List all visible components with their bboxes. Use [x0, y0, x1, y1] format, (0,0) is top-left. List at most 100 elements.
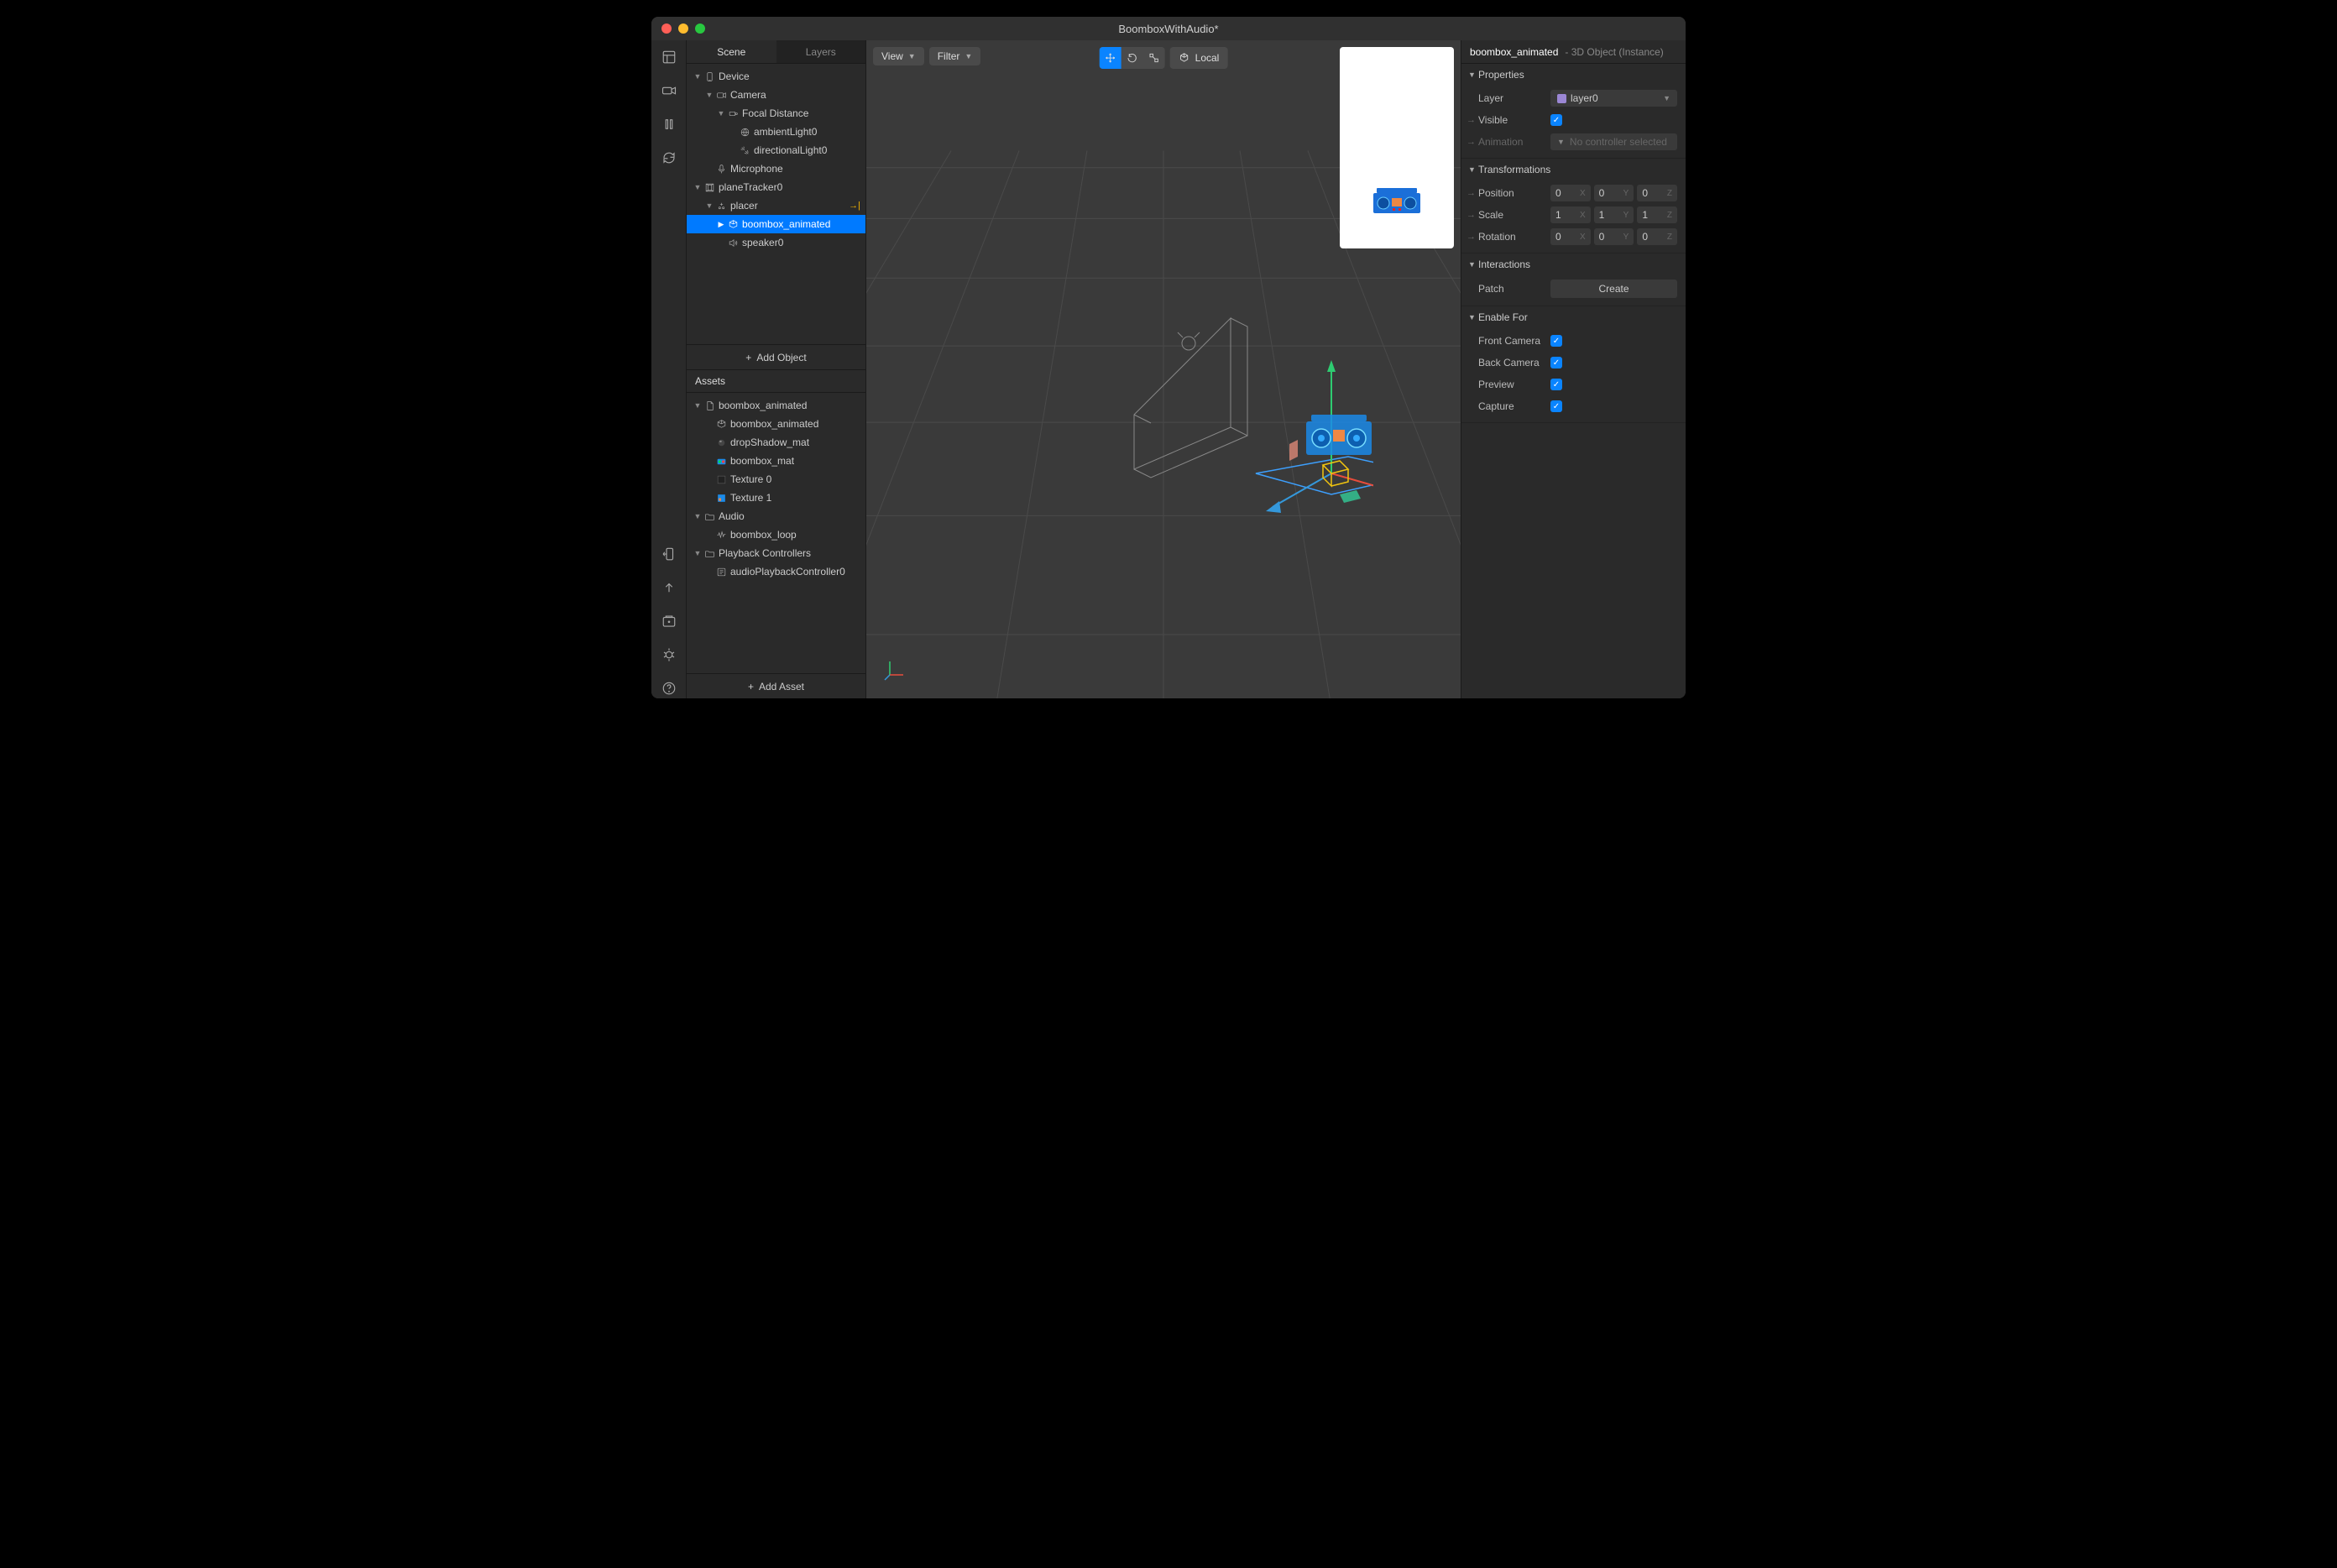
filter-dropdown[interactable]: Filter▼: [929, 47, 981, 65]
maximize-window-button[interactable]: [695, 24, 705, 34]
tree-item-boombox_animated[interactable]: ▼boombox_animated: [687, 415, 865, 433]
tree-item-label: ambientLight0: [754, 126, 817, 138]
rotation-y-input[interactable]: 0Y: [1594, 228, 1634, 245]
dirlight-icon: [737, 145, 752, 156]
position-y-input[interactable]: 0Y: [1594, 185, 1634, 201]
selected-object-type: - 3D Object (Instance): [1565, 46, 1663, 58]
front-camera-checkbox[interactable]: ✓: [1550, 335, 1562, 347]
selected-object-name: boombox_animated: [1470, 46, 1558, 58]
minimize-window-button[interactable]: [678, 24, 688, 34]
scale-row: → Scale 1X 1Y 1Z: [1461, 204, 1686, 226]
controller-icon: [714, 567, 729, 578]
tree-item-boombox_loop[interactable]: ▼boombox_loop: [687, 525, 865, 544]
tree-item-planetracker0[interactable]: ▼ planeTracker0: [687, 178, 865, 196]
tree-item-camera[interactable]: ▼Camera: [687, 86, 865, 104]
viewport[interactable]: View▼ Filter▼ Local: [866, 40, 1461, 698]
scale-y-input[interactable]: 1Y: [1594, 206, 1634, 223]
wave-icon: [714, 530, 729, 541]
upload-icon[interactable]: [659, 578, 679, 598]
tree-item-boombox_animated[interactable]: ▶boombox_animated: [687, 215, 865, 233]
local-space-toggle[interactable]: Local: [1170, 47, 1228, 69]
help-icon[interactable]: [659, 678, 679, 698]
tree-item-label: Microphone: [730, 163, 783, 175]
tree-item-directionallight0[interactable]: ▼directionalLight0: [687, 141, 865, 159]
close-window-button[interactable]: [661, 24, 672, 34]
add-asset-button[interactable]: +Add Asset: [687, 673, 865, 698]
tree-item-label: planeTracker0: [719, 181, 782, 193]
device-icon: [702, 71, 717, 82]
tree-item-texture-0[interactable]: ▼Texture 0: [687, 470, 865, 489]
scale-z-input[interactable]: 1Z: [1637, 206, 1677, 223]
caret-right-icon[interactable]: ▶: [717, 220, 725, 229]
device-send-icon[interactable]: [659, 544, 679, 564]
caret-down-icon[interactable]: ▼: [705, 201, 714, 210]
transformations-section-header[interactable]: ▼Transformations: [1461, 159, 1686, 180]
link-icon[interactable]: →: [1467, 232, 1477, 242]
layers-tab[interactable]: Layers: [776, 40, 866, 63]
tree-item-texture-1[interactable]: ▼Texture 1: [687, 489, 865, 507]
pause-icon[interactable]: [659, 114, 679, 134]
tree-item-audioplaybackcontroller0[interactable]: ▼audioPlaybackController0: [687, 562, 865, 581]
traffic-lights: [661, 24, 705, 34]
patch-row: Patch Create: [1461, 277, 1686, 301]
enable-for-section-header[interactable]: ▼Enable For: [1461, 306, 1686, 328]
folder-icon: [702, 548, 717, 559]
preview-checkbox[interactable]: ✓: [1550, 379, 1562, 390]
caret-down-icon[interactable]: ▼: [693, 401, 702, 410]
caret-down-icon[interactable]: ▼: [705, 91, 714, 99]
cube-icon: [714, 419, 729, 430]
tree-item-focal-distance[interactable]: ▼Focal Distance: [687, 104, 865, 123]
tree-item-device[interactable]: ▼Device: [687, 67, 865, 86]
tree-item-speaker0[interactable]: ▼speaker0: [687, 233, 865, 252]
back-camera-checkbox[interactable]: ✓: [1550, 357, 1562, 368]
bug-icon[interactable]: [659, 645, 679, 665]
tex0-icon: [714, 474, 729, 485]
plus-icon: +: [748, 681, 754, 693]
scale-tool[interactable]: [1143, 47, 1165, 69]
caret-down-icon[interactable]: ▼: [693, 72, 702, 81]
create-patch-button[interactable]: Create: [1550, 280, 1677, 298]
scale-x-input[interactable]: 1X: [1550, 206, 1591, 223]
device-preview[interactable]: [1340, 47, 1454, 248]
tree-item-ambientlight0[interactable]: ▼ambientLight0: [687, 123, 865, 141]
capture-checkbox[interactable]: ✓: [1550, 400, 1562, 412]
link-icon[interactable]: →: [1467, 188, 1477, 198]
interactions-section-header[interactable]: ▼Interactions: [1461, 253, 1686, 275]
camera-view-icon[interactable]: [659, 81, 679, 101]
position-x-input[interactable]: 0X: [1550, 185, 1591, 201]
left-panel-tabs: Scene Layers: [687, 40, 865, 64]
position-z-input[interactable]: 0Z: [1637, 185, 1677, 201]
link-icon[interactable]: →: [1467, 210, 1477, 220]
tree-item-boombox_animated[interactable]: ▼boombox_animated: [687, 396, 865, 415]
tree-item-microphone[interactable]: ▼Microphone: [687, 159, 865, 178]
chevron-down-icon: ▼: [1557, 138, 1565, 146]
add-object-button[interactable]: +Add Object: [687, 344, 865, 369]
visible-checkbox[interactable]: ✓: [1550, 114, 1562, 126]
tree-item-audio[interactable]: ▼Audio: [687, 507, 865, 525]
rotation-z-input[interactable]: 0Z: [1637, 228, 1677, 245]
scene-tab[interactable]: Scene: [687, 40, 776, 63]
tree-item-dropshadow_mat[interactable]: ▼dropShadow_mat: [687, 433, 865, 452]
move-tool[interactable]: [1100, 47, 1121, 69]
layout-icon[interactable]: [659, 47, 679, 67]
caret-down-icon[interactable]: ▼: [693, 512, 702, 520]
tree-item-boombox_mat[interactable]: ▼boombox_mat: [687, 452, 865, 470]
tree-item-placer[interactable]: ▼placer→|: [687, 196, 865, 215]
globe-icon: [737, 127, 752, 138]
properties-section-header[interactable]: ▼Properties: [1461, 64, 1686, 86]
caret-down-icon[interactable]: ▼: [693, 183, 702, 191]
chevron-down-icon: ▼: [1663, 94, 1670, 102]
link-icon[interactable]: →: [1467, 115, 1477, 125]
rotation-x-input[interactable]: 0X: [1550, 228, 1591, 245]
caret-down-icon[interactable]: ▼: [717, 109, 725, 118]
library-icon[interactable]: [659, 611, 679, 631]
tree-item-playback-controllers[interactable]: ▼Playback Controllers: [687, 544, 865, 562]
animation-select[interactable]: ▼No controller selected: [1550, 133, 1677, 150]
caret-down-icon[interactable]: ▼: [693, 549, 702, 557]
tree-item-label: boombox_animated: [730, 418, 818, 430]
link-icon[interactable]: →: [1467, 137, 1477, 147]
view-dropdown[interactable]: View▼: [873, 47, 924, 65]
rotate-tool[interactable]: [1121, 47, 1143, 69]
refresh-icon[interactable]: [659, 148, 679, 168]
layer-select[interactable]: layer0▼: [1550, 90, 1677, 107]
